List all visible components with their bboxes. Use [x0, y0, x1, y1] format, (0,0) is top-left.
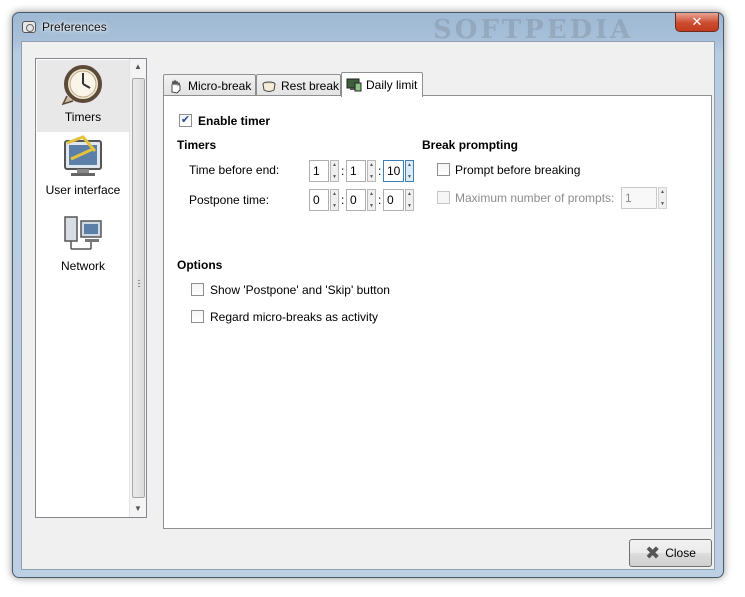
separator: : — [341, 164, 345, 178]
separator: : — [378, 193, 382, 207]
seconds-value[interactable]: 10 — [383, 160, 404, 182]
enable-timer-checkbox[interactable]: ✔ — [179, 114, 192, 127]
title-bar[interactable]: Preferences SOFTPEDIA ✕ — [13, 13, 723, 45]
preferences-window: Preferences SOFTPEDIA ✕ Timers User inte… — [12, 12, 724, 578]
scroll-down-icon[interactable]: ▼ — [130, 501, 146, 517]
separator: : — [378, 164, 382, 178]
sidebar-item-label: Network — [60, 259, 105, 273]
sidebar-item-label: Timers — [64, 110, 102, 124]
grip-icon: --- — [137, 275, 141, 291]
regard-microbreaks-label: Regard micro-breaks as activity — [210, 310, 379, 324]
window-close-button[interactable]: ✕ — [675, 13, 719, 32]
close-icon: ✖ — [645, 543, 661, 563]
max-prompts-value[interactable]: 1 — [621, 187, 657, 209]
tab-label: Daily limit — [366, 78, 418, 92]
spin-arrows-icon[interactable] — [658, 187, 667, 209]
sidebar-item-user-interface[interactable]: User interface — [37, 133, 129, 205]
daily-limit-panel: ✔ Enable timer Timers Time before end: 1… — [163, 95, 712, 529]
network-icon — [59, 209, 107, 257]
spin-arrows-icon[interactable] — [367, 160, 376, 182]
enable-timer-label: Enable timer — [198, 114, 271, 128]
spin-arrows-icon[interactable] — [405, 189, 414, 211]
minutes-value[interactable]: 1 — [346, 160, 366, 182]
cup-icon — [261, 78, 277, 94]
scrollbar-thumb[interactable]: --- — [132, 78, 145, 498]
break-prompting-heading: Break prompting — [422, 138, 519, 152]
minutes-value[interactable]: 0 — [346, 189, 366, 211]
sidebar-item-timers[interactable]: Timers — [37, 60, 129, 132]
hours-value[interactable]: 1 — [309, 160, 329, 182]
spin-arrows-icon[interactable] — [367, 189, 376, 211]
hours-value[interactable]: 0 — [309, 189, 329, 211]
tab-label: Micro-break — [188, 78, 252, 93]
client-area: Timers User interface Network ▲ - - - ▼ … — [21, 41, 715, 570]
spin-arrows-icon[interactable] — [405, 160, 414, 182]
spin-arrows-icon[interactable] — [330, 189, 339, 211]
window-title: Preferences — [42, 20, 107, 34]
tab-rest-break[interactable]: Rest break — [256, 74, 341, 96]
separator: : — [341, 193, 345, 207]
sidebar-item-label: User interface — [45, 183, 121, 197]
sidebar-scrollbar[interactable]: ▲ --- ▼ — [129, 59, 146, 517]
tab-label: Rest break — [281, 78, 340, 93]
category-list[interactable]: Timers User interface Network ▲ - - - ▼ — [35, 58, 147, 518]
tab-micro-break[interactable]: Micro-break — [163, 74, 256, 96]
show-postpone-skip-label: Show 'Postpone' and 'Skip' button — [210, 283, 390, 297]
scroll-up-icon[interactable]: ▲ — [130, 59, 146, 75]
spin-arrows-icon[interactable] — [330, 160, 339, 182]
prompt-before-breaking-label: Prompt before breaking — [455, 163, 581, 177]
close-button[interactable]: ✖ Close — [629, 539, 712, 567]
regard-microbreaks-checkbox[interactable] — [191, 310, 204, 323]
clock-icon — [59, 60, 107, 108]
close-button-label: Close — [665, 546, 696, 560]
timers-heading: Timers — [177, 138, 217, 152]
postpone-time-label: Postpone time: — [189, 193, 270, 207]
hand-icon — [168, 78, 184, 94]
app-icon — [22, 21, 36, 33]
sidebar-item-network[interactable]: Network — [37, 209, 129, 279]
prompt-before-breaking-checkbox[interactable] — [437, 163, 450, 176]
tab-daily-limit[interactable]: Daily limit — [341, 72, 423, 97]
user-interface-icon — [59, 133, 107, 181]
options-heading: Options — [177, 258, 223, 272]
seconds-value[interactable]: 0 — [383, 189, 404, 211]
max-prompts-checkbox[interactable] — [437, 191, 450, 204]
show-postpone-skip-checkbox[interactable] — [191, 283, 204, 296]
max-prompts-label: Maximum number of prompts: — [455, 191, 615, 205]
time-before-end-label: Time before end: — [189, 163, 280, 177]
monitor-icon — [346, 77, 362, 93]
